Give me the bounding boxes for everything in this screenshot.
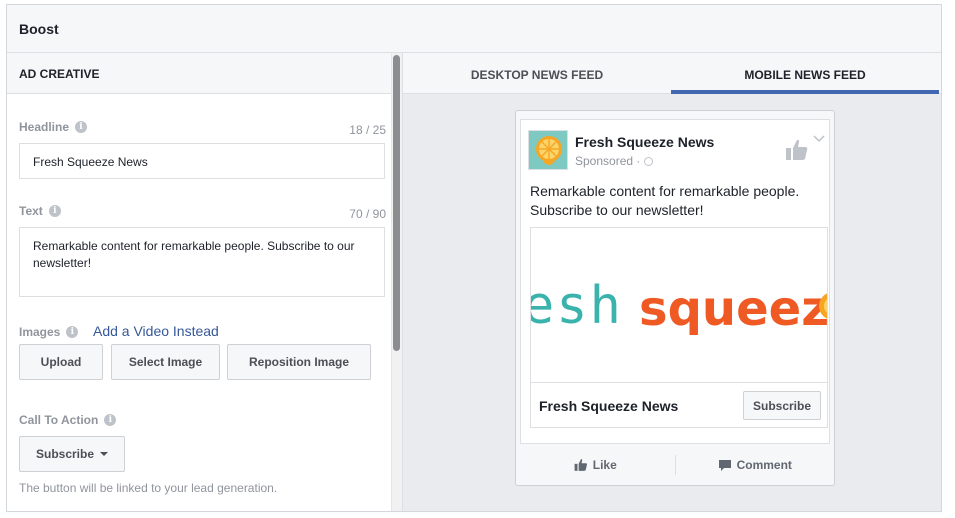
preview-panel: DESKTOP NEWS FEED MOBILE NEWS FEED Fresh… <box>402 53 941 511</box>
globe-icon <box>644 156 654 166</box>
text-input[interactable]: Remarkable content for remarkable people… <box>19 227 385 297</box>
chevron-down-icon[interactable] <box>813 132 825 146</box>
ad-creative-header: AD CREATIVE <box>7 53 402 94</box>
preview-tabs: DESKTOP NEWS FEED MOBILE NEWS FEED <box>403 53 941 94</box>
page-name[interactable]: Fresh Squeeze News <box>575 134 714 150</box>
headline-label: Headline i <box>19 120 88 134</box>
call-to-action-dropdown[interactable]: Subscribe <box>19 436 125 472</box>
link-title[interactable]: Fresh Squeeze News <box>539 398 678 414</box>
orange-logo-icon <box>529 131 567 169</box>
comment-label: Comment <box>736 458 792 472</box>
ad-creative-panel: AD CREATIVE Headline i 18 / 25 Fresh Squ… <box>7 53 402 511</box>
fresh-squeeze-logo-image: esh squeeze <box>531 276 827 337</box>
tab-mobile-news-feed[interactable]: MOBILE NEWS FEED <box>671 53 939 94</box>
headline-input[interactable]: Fresh Squeeze News <box>19 143 385 179</box>
svg-text:esh: esh <box>531 276 623 336</box>
scrollbar-thumb[interactable] <box>393 55 400 351</box>
headline-counter: 18 / 25 <box>349 123 386 137</box>
call-to-action-label-text: Call To Action <box>19 413 99 427</box>
info-icon[interactable]: i <box>104 414 117 426</box>
text-label: Text i <box>19 204 61 218</box>
tab-desktop-news-feed[interactable]: DESKTOP NEWS FEED <box>403 53 671 94</box>
like-page-icon[interactable] <box>785 138 809 165</box>
post-actions-bar: Like Comment <box>516 444 834 486</box>
upload-button[interactable]: Upload <box>19 344 103 380</box>
call-to-action-label: Call To Action i <box>19 413 117 427</box>
post-text: Remarkable content for remarkable people… <box>530 183 800 218</box>
subscribe-cta-button[interactable]: Subscribe <box>743 391 821 420</box>
info-icon[interactable]: i <box>48 205 61 217</box>
dialog-title: Boost <box>7 5 941 53</box>
thumbs-up-icon <box>574 459 587 471</box>
info-icon[interactable]: i <box>75 121 88 133</box>
page-avatar <box>528 130 568 170</box>
comment-icon <box>718 459 731 471</box>
link-image: esh squeeze <box>531 228 827 383</box>
like-label: Like <box>592 458 617 472</box>
caret-down-icon <box>100 452 109 456</box>
ad-post-card: Fresh Squeeze News Sponsored · Remarkabl… <box>520 119 830 444</box>
images-label-text: Images <box>19 325 61 339</box>
text-counter: 70 / 90 <box>349 207 386 221</box>
svg-text:squeeze: squeeze <box>639 281 827 337</box>
link-preview-card[interactable]: esh squeeze Fresh Squeeze News Subscribe <box>530 227 828 428</box>
images-label: Images i <box>19 325 79 339</box>
text-label-text: Text <box>19 204 43 218</box>
info-icon[interactable]: i <box>66 326 79 338</box>
boost-dialog: Boost AD CREATIVE Headline i 18 / 25 Fre… <box>6 4 942 512</box>
like-button[interactable]: Like <box>516 458 675 472</box>
comment-button[interactable]: Comment <box>676 458 835 472</box>
add-video-link[interactable]: Add a Video Instead <box>93 323 219 339</box>
headline-label-text: Headline <box>19 120 70 134</box>
mobile-preview-frame: Fresh Squeeze News Sponsored · Remarkabl… <box>515 110 835 486</box>
cta-helper-text: The button will be linked to your lead g… <box>19 481 278 495</box>
sponsored-label: Sponsored · <box>575 154 654 168</box>
call-to-action-value: Subscribe <box>35 447 95 461</box>
reposition-image-button[interactable]: Reposition Image <box>227 344 371 380</box>
select-image-button[interactable]: Select Image <box>111 344 220 380</box>
sponsored-text: Sponsored · <box>575 154 641 168</box>
